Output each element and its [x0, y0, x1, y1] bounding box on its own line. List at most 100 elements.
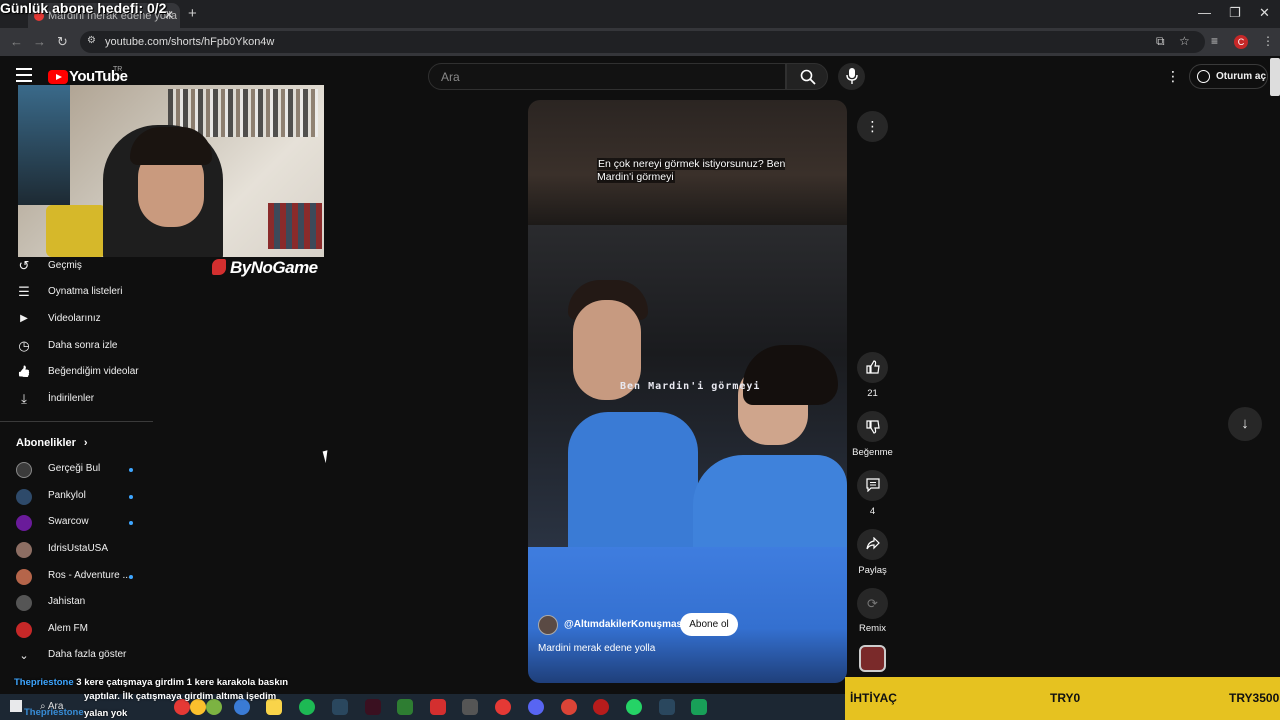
clock-icon: ◷	[18, 338, 30, 353]
channel-name[interactable]: @AltımdakilerKonuşmasın	[564, 619, 691, 630]
app-icon[interactable]	[593, 699, 609, 715]
sign-in-label: Oturum aç	[1216, 71, 1267, 82]
settings-kebab-icon[interactable]: ⋮	[1166, 68, 1180, 85]
thumbs-up-icon	[865, 360, 880, 374]
chat-message-continued: yalan yok	[84, 708, 128, 719]
share-icon	[865, 536, 880, 550]
subscription-name: Ros - Adventure ...	[48, 570, 131, 581]
chrome-icon[interactable]	[561, 699, 577, 715]
subscriptions-heading[interactable]: Abonelikler ›	[16, 437, 88, 449]
youtube-logo-icon[interactable]	[48, 70, 68, 84]
new-content-dot	[129, 468, 133, 472]
subscription-name: Alem FM	[48, 623, 88, 634]
comment-icon	[865, 478, 880, 493]
whatsapp-icon[interactable]	[626, 699, 642, 715]
search-button[interactable]	[786, 63, 828, 90]
subscribe-button[interactable]: Abone ol	[680, 613, 738, 636]
subscriptions-heading-label: Abonelikler	[16, 437, 76, 449]
new-tab-button[interactable]: +	[188, 5, 197, 22]
bookmark-star-icon[interactable]: ☆	[1179, 34, 1190, 48]
sound-thumbnail[interactable]	[859, 645, 886, 672]
steam-icon[interactable]	[332, 699, 348, 715]
app-icon[interactable]	[462, 699, 478, 715]
chat-message-continued: yaptılar. İlk çatışmaya girdim altıma iş…	[84, 691, 277, 702]
nvidia-icon[interactable]	[397, 699, 413, 715]
hamburger-menu-icon[interactable]	[16, 68, 32, 82]
burned-in-subtitle: Ben Mardin'i görmeyi	[620, 381, 761, 392]
comments-button[interactable]	[857, 470, 888, 501]
back-arrow-icon[interactable]: ←	[10, 34, 23, 49]
channel-avatar	[16, 595, 32, 611]
download-icon: ⤓	[21, 391, 27, 406]
ticker-amount: TRY0	[1050, 691, 1081, 705]
history-icon: ↺	[18, 258, 30, 273]
sidebar-divider	[0, 421, 153, 422]
dislike-button[interactable]	[857, 411, 888, 442]
close-window-button[interactable]: ✕	[1259, 5, 1270, 21]
ticker-label: İHTİYAÇ	[850, 691, 897, 705]
subscription-name: IdrisUstaUSA	[48, 543, 109, 554]
playlist-icon: ☰	[18, 284, 30, 299]
channel-avatar	[16, 622, 32, 638]
sidebar-item-label: Geçmiş	[48, 260, 82, 271]
search-icon	[800, 69, 816, 85]
sidebar-item-label: Daha sonra izle	[48, 340, 118, 351]
bynogame-logo-icon	[212, 259, 226, 275]
sidebar-item-label: Beğendiğim videolar	[48, 366, 139, 377]
restore-button[interactable]: ❐	[1229, 5, 1241, 21]
chat-message: Thepriestone 3 kere çatışmaya girdim 1 k…	[14, 677, 288, 688]
media-control-icon[interactable]: ≡	[1211, 34, 1218, 48]
share-button[interactable]	[857, 529, 888, 560]
new-content-dot	[129, 521, 133, 525]
sidebar-item-label: İndirilenler	[48, 393, 95, 404]
remix-button[interactable]: ⟳	[857, 588, 888, 619]
scrollbar-thumb[interactable]	[1270, 58, 1280, 96]
ticker-goal: TRY3500	[1229, 691, 1280, 705]
discord-icon[interactable]	[528, 699, 544, 715]
forward-arrow-icon[interactable]: →	[33, 34, 46, 49]
comment-count: 4	[869, 506, 876, 517]
voice-search-button[interactable]	[838, 63, 865, 90]
remix-label: Remix	[859, 623, 886, 634]
new-content-dot	[129, 495, 133, 499]
url-text[interactable]: youtube.com/shorts/hFpb0Ykon4w	[105, 36, 274, 48]
sponsor-name: ByNoGame	[230, 258, 318, 277]
app-icon[interactable]	[691, 699, 707, 715]
install-app-icon[interactable]: ⧉	[1156, 34, 1165, 49]
channel-avatar	[16, 515, 32, 531]
like-button[interactable]	[857, 352, 888, 383]
site-info-icon[interactable]: ⚙	[87, 35, 96, 46]
steam-icon[interactable]	[659, 699, 675, 715]
channel-avatar	[16, 542, 32, 558]
subscription-name: Jahistan	[48, 596, 86, 607]
sidebar-item-label: Oynatma listeleri	[48, 286, 123, 297]
chat-username: Thepriestone	[14, 677, 74, 688]
video-icon: ▶	[20, 313, 28, 324]
windows-start-icon[interactable]	[10, 700, 22, 712]
show-more-label: Daha fazla göster	[48, 649, 127, 660]
next-video-button[interactable]: ↓	[1228, 407, 1262, 441]
mouse-cursor-icon	[322, 448, 336, 464]
sidebar-item-label: Videolarınız	[48, 313, 101, 324]
chat-username-ghost: Thepriestone	[24, 707, 84, 718]
spotify-icon[interactable]	[299, 699, 315, 715]
profile-avatar[interactable]: C	[1234, 35, 1248, 49]
video-caption: En çok nereyi görmek istiyorsunuz? Ben M…	[597, 158, 797, 184]
chevron-down-icon: ⌄	[19, 650, 29, 662]
app-icon[interactable]	[430, 699, 446, 715]
channel-avatar	[16, 462, 32, 478]
browser-menu-icon[interactable]: ⋮	[1262, 34, 1274, 48]
reload-icon[interactable]: ↻	[57, 34, 68, 50]
search-input[interactable]: Ara	[428, 63, 786, 90]
opera-icon[interactable]	[495, 699, 511, 715]
channel-avatar	[16, 489, 32, 505]
more-options-button[interactable]: ⋮	[857, 111, 888, 142]
video-title[interactable]: Mardini merak edene yolla	[538, 643, 655, 654]
channel-avatar[interactable]	[538, 615, 558, 635]
like-count: 21	[867, 388, 878, 399]
streamer-webcam	[18, 85, 324, 257]
sponsor-logo: ByNoGame	[212, 258, 318, 278]
minimize-button[interactable]: —	[1198, 5, 1211, 20]
sign-in-button[interactable]: Oturum aç	[1189, 64, 1268, 89]
valorant-icon[interactable]	[365, 699, 381, 715]
